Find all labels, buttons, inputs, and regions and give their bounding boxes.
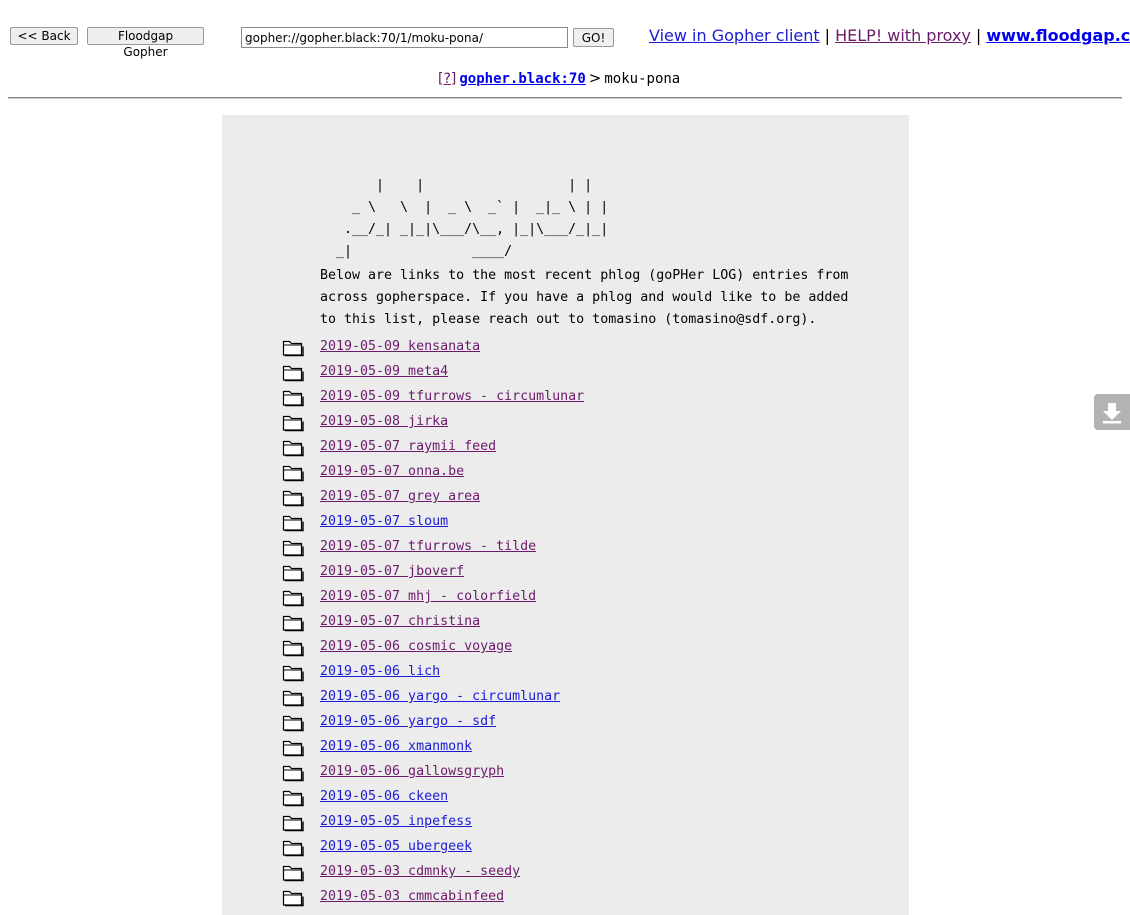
help-link[interactable]: [?]: [438, 71, 456, 87]
folder-icon: [282, 587, 304, 607]
folder-icon: [282, 412, 304, 432]
folder-icon: [282, 887, 304, 907]
ascii-art-banner: | | | | _ \ \ | _ \ _` | _|_ \ | | .__/_…: [336, 178, 609, 259]
list-item: 2019-05-09 kensanata: [282, 335, 882, 360]
folder-icon: [282, 337, 304, 357]
list-item: 2019-05-09 meta4: [282, 360, 882, 385]
folder-icon: [282, 437, 304, 457]
phlog-entry-link[interactable]: 2019-05-09 kensanata: [320, 336, 480, 358]
floodgap-site-link[interactable]: www.floodgap.com: [986, 26, 1130, 45]
list-item: 2019-05-08 jirka: [282, 410, 882, 435]
list-item: 2019-05-07 tfurrows - tilde: [282, 535, 882, 560]
download-icon: [1103, 403, 1121, 424]
folder-icon: [282, 387, 304, 407]
list-item: 2019-05-07 raymii feed: [282, 435, 882, 460]
host-link[interactable]: gopher.black:70: [459, 71, 585, 87]
list-item: 2019-05-09 tfurrows - circumlunar: [282, 385, 882, 410]
download-tab[interactable]: [1094, 394, 1130, 430]
folder-icon: [282, 762, 304, 782]
folder-icon: [282, 662, 304, 682]
breadcrumb-current: moku-pona: [604, 71, 681, 87]
phlog-entry-link[interactable]: 2019-05-09 tfurrows - circumlunar: [320, 386, 584, 408]
header-divider: [8, 97, 1122, 99]
folder-icon: [282, 612, 304, 632]
list-item: 2019-05-06 cosmic voyage: [282, 635, 882, 660]
phlog-entry-link[interactable]: 2019-05-03 cdmnky - seedy: [320, 861, 520, 883]
phlog-entry-link[interactable]: 2019-05-06 xmanmonk: [320, 736, 472, 758]
breadcrumb-separator: >: [588, 69, 602, 87]
phlog-entry-link[interactable]: 2019-05-07 grey area: [320, 486, 480, 508]
link-separator: |: [824, 26, 831, 45]
folder-icon: [282, 787, 304, 807]
phlog-entry-link[interactable]: 2019-05-06 lich: [320, 661, 440, 683]
folder-icon: [282, 862, 304, 882]
phlog-entry-link[interactable]: 2019-05-07 onna.be: [320, 461, 464, 483]
phlog-entry-link[interactable]: 2019-05-06 yargo - sdf: [320, 711, 496, 733]
back-button[interactable]: << Back: [10, 27, 78, 45]
phlog-entry-link[interactable]: 2019-05-06 yargo - circumlunar: [320, 686, 560, 708]
phlog-entry-link[interactable]: 2019-05-07 jboverf: [320, 561, 464, 583]
list-item: 2019-05-03 cmmcabinfeed: [282, 885, 882, 910]
list-item: 2019-05-07 sloum: [282, 510, 882, 535]
folder-icon: [282, 537, 304, 557]
breadcrumb: [?] gopher.black:70 > moku-pona: [438, 68, 680, 89]
phlog-entry-link[interactable]: 2019-05-07 raymii feed: [320, 436, 496, 458]
list-item: 2019-05-07 mhj - colorfield: [282, 585, 882, 610]
folder-icon: [282, 837, 304, 857]
phlog-entry-link[interactable]: 2019-05-06 ckeen: [320, 786, 448, 808]
top-links: View in Gopher client | HELP! with proxy | w…: [649, 25, 1130, 47]
list-item: 2019-05-03 cdmnky - seedy: [282, 860, 882, 885]
phlog-entry-link[interactable]: 2019-05-05 inpefess: [320, 811, 472, 833]
intro-text: Below are links to the most recent phlog…: [320, 268, 849, 327]
phlog-entry-link[interactable]: 2019-05-06 cosmic voyage: [320, 636, 512, 658]
phlog-entry-link[interactable]: 2019-05-05 ubergeek: [320, 836, 472, 858]
list-item: 2019-05-07 onna.be: [282, 460, 882, 485]
list-item: 2019-05-07 christina: [282, 610, 882, 635]
list-item: 2019-05-06 ckeen: [282, 785, 882, 810]
phlog-entry-link[interactable]: 2019-05-07 tfurrows - tilde: [320, 536, 536, 558]
list-item: 2019-05-06 gallowsgryph: [282, 760, 882, 785]
folder-icon: [282, 687, 304, 707]
list-item: 2019-05-06 xmanmonk: [282, 735, 882, 760]
proxy-toolbar: << Back Floodgap Gopher GO! View in Goph…: [0, 0, 1130, 87]
list-item: 2019-05-06 yargo - sdf: [282, 710, 882, 735]
phlog-entry-link[interactable]: 2019-05-07 christina: [320, 611, 480, 633]
link-separator: |: [975, 26, 982, 45]
folder-icon: [282, 362, 304, 382]
folder-icon: [282, 562, 304, 582]
gopher-url-input[interactable]: [241, 27, 568, 48]
folder-icon: [282, 487, 304, 507]
folder-icon: [282, 462, 304, 482]
phlog-entry-link[interactable]: 2019-05-08 jirka: [320, 411, 448, 433]
phlog-entry-link[interactable]: 2019-05-06 gallowsgryph: [320, 761, 504, 783]
view-in-gopher-client-link[interactable]: View in Gopher client: [649, 26, 820, 45]
folder-icon: [282, 712, 304, 732]
list-item: 2019-05-05 inpefess: [282, 810, 882, 835]
list-item: 2019-05-07 jboverf: [282, 560, 882, 585]
folder-icon: [282, 812, 304, 832]
list-item: 2019-05-06 lich: [282, 660, 882, 685]
go-button[interactable]: GO!: [573, 28, 614, 47]
floodgap-gopher-button[interactable]: Floodgap Gopher: [87, 27, 204, 59]
list-item: 2019-05-05 ubergeek: [282, 835, 882, 860]
phlog-entry-link[interactable]: 2019-05-09 meta4: [320, 361, 448, 383]
phlog-entry-link[interactable]: 2019-05-07 mhj - colorfield: [320, 586, 536, 608]
phlog-entry-link[interactable]: 2019-05-07 sloum: [320, 511, 448, 533]
folder-icon: [282, 737, 304, 757]
folder-icon: [282, 512, 304, 532]
folder-icon: [282, 637, 304, 657]
list-item: 2019-05-07 grey area: [282, 485, 882, 510]
phlog-entry-link[interactable]: 2019-05-03 cmmcabinfeed: [320, 886, 504, 908]
help-with-proxy-link[interactable]: HELP! with proxy: [835, 26, 971, 45]
list-item: 2019-05-06 yargo - circumlunar: [282, 685, 882, 710]
